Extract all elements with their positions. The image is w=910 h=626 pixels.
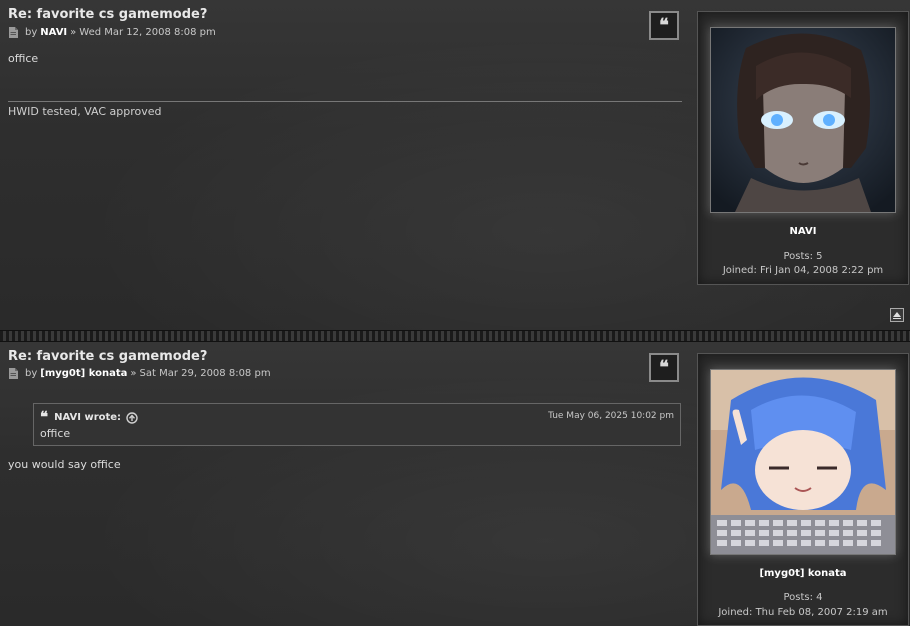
post-separator: [0, 330, 910, 342]
post-author[interactable]: [myg0t] konata: [40, 368, 127, 379]
post-date: Wed Mar 12, 2008 8:08 pm: [79, 27, 216, 38]
signature-divider: [8, 101, 682, 102]
quote-cite: ❝ NAVI wrote:: [40, 410, 138, 425]
quote-icon: ❝: [659, 356, 669, 378]
profile-username[interactable]: [myg0t] konata: [698, 568, 908, 579]
avatar: [710, 27, 896, 213]
back-to-top-button[interactable]: [890, 308, 904, 322]
user-profile-card: NAVI Posts: 5 Joined: Fri Jan 04, 2008 2…: [697, 11, 909, 285]
signature: HWID tested, VAC approved: [8, 105, 162, 118]
post-title[interactable]: Re: favorite cs gamemode?: [8, 349, 207, 364]
profile-joined: Joined: Fri Jan 04, 2008 2:22 pm: [722, 265, 884, 276]
quote-text: office: [40, 427, 71, 440]
back-to-top-icon: [893, 312, 901, 319]
post-meta: by [myg0t] konata » Sat Mar 29, 2008 8:0…: [8, 368, 271, 379]
profile-joined: Joined: Thu Feb 08, 2007 2:19 am: [718, 607, 888, 618]
quote-date: Tue May 06, 2025 10:02 pm: [548, 411, 674, 421]
document-icon[interactable]: [8, 368, 18, 379]
meta-separator: »: [70, 27, 77, 38]
profile-username[interactable]: NAVI: [698, 226, 908, 237]
post-content: you would say office: [8, 458, 121, 471]
arrow-up-circle-icon[interactable]: [126, 411, 138, 424]
post-date: Sat Mar 29, 2008 8:08 pm: [139, 368, 271, 379]
post-meta: by NAVI » Wed Mar 12, 2008 8:08 pm: [8, 27, 216, 38]
meta-separator: »: [130, 368, 137, 379]
avatar: [710, 369, 896, 555]
user-profile-card: [myg0t] konata Posts: 4 Joined: Thu Feb …: [697, 353, 909, 626]
avatar-image: [711, 370, 895, 554]
blockquote: ❝ NAVI wrote: Tue May 06, 2025 10:02 pm …: [33, 403, 681, 446]
profile-posts: Posts: 5: [783, 251, 823, 262]
quote-button[interactable]: ❝: [649, 353, 679, 382]
post-2: Re: favorite cs gamemode? by [myg0t] kon…: [0, 342, 910, 626]
post-title[interactable]: Re: favorite cs gamemode?: [8, 7, 207, 22]
by-label: by: [25, 368, 38, 379]
avatar-image: [711, 28, 895, 212]
profile-posts: Posts: 4: [783, 592, 823, 603]
quote-icon: ❝: [40, 408, 49, 426]
quote-button[interactable]: ❝: [649, 11, 679, 40]
quote-cite-text[interactable]: NAVI wrote:: [54, 412, 121, 423]
post-1: Re: favorite cs gamemode? by NAVI » Wed …: [0, 0, 910, 330]
quote-icon: ❝: [659, 14, 669, 36]
document-icon[interactable]: [8, 27, 18, 38]
post-content: office: [8, 52, 39, 65]
by-label: by: [25, 27, 38, 38]
post-author[interactable]: NAVI: [40, 27, 67, 38]
